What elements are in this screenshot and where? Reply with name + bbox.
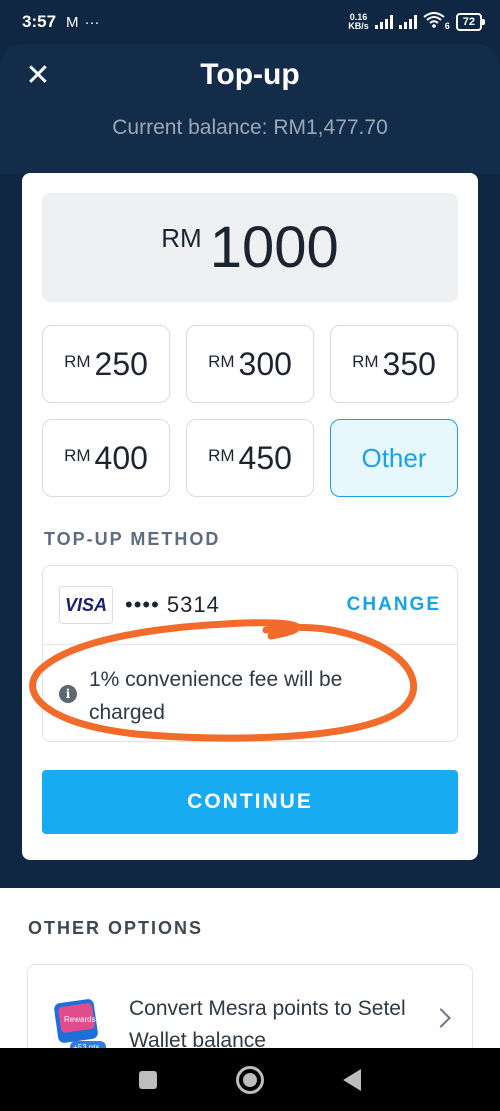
preset-currency: RM [208,352,235,371]
battery-icon: 72 [455,13,486,31]
amount-value: 1000 [209,215,339,280]
wifi-icon [423,12,445,32]
topup-method-box: VISA •••• 5314 CHANGE i 1% convenience f… [42,565,458,742]
preset-450-button[interactable]: RM 450 [186,419,314,497]
preset-value: 250 [94,345,148,382]
preset-value: 450 [238,439,292,476]
preset-currency: RM [64,352,91,371]
home-icon[interactable] [235,1065,264,1094]
amount-currency: RM [161,223,202,253]
header: ✕ Top-up Current balance: RM1,477.70 [0,44,500,174]
net-speed-unit: KB/s [348,21,369,31]
info-icon: i [59,685,77,703]
visa-icon: VISA [59,586,113,624]
page-title: Top-up [200,58,300,91]
topup-card: RM 1000 RM 250 RM 300 RM 350 RM 400 RM 4… [22,173,478,860]
status-right: 0.16 KB/s 6 72 [348,12,486,32]
recent-apps-icon[interactable] [139,1070,158,1089]
preset-currency: RM [64,446,91,465]
payment-card-row: VISA •••• 5314 CHANGE [43,566,457,645]
system-nav-bar [0,1048,500,1111]
preset-250-button[interactable]: RM 250 [42,325,170,403]
more-notifications-icon: ··· [84,13,100,31]
preset-value: 400 [94,439,148,476]
signal-icon-2 [398,15,417,29]
other-options-label: OTHER OPTIONS [28,918,204,938]
status-notification-icons: M ··· [66,14,100,31]
gmail-icon: M [66,13,79,31]
current-balance: Current balance: RM1,477.70 [112,116,388,139]
fee-notice: i 1% convenience fee will be charged [43,645,457,729]
preset-value: 350 [382,345,436,382]
rewards-icon-label: Rewards [64,1015,96,1024]
back-icon[interactable] [342,1068,361,1091]
card-number: •••• 5314 [125,592,220,617]
preset-400-button[interactable]: RM 400 [42,419,170,497]
signal-icon-1 [374,15,393,29]
other-amount-button[interactable]: Other [330,419,458,497]
preset-currency: RM [208,446,235,465]
change-method-button[interactable]: CHANGE [347,594,441,616]
wifi-badge: 6 [444,21,450,31]
continue-button[interactable]: CONTINUE [42,770,458,834]
amount-presets: RM 250 RM 300 RM 350 RM 400 RM 450 Other [42,325,458,497]
amount-display[interactable]: RM 1000 [42,193,458,302]
fee-text: 1% convenience fee will be charged [89,668,343,724]
preset-300-button[interactable]: RM 300 [186,325,314,403]
preset-value: 300 [238,345,292,382]
chevron-right-icon [431,1008,451,1028]
status-bar: 3:57 M ··· 0.16 KB/s 6 72 [0,0,500,44]
net-speed: 0.16 KB/s [348,13,369,31]
preset-350-button[interactable]: RM 350 [330,325,458,403]
other-options-section: OTHER OPTIONS Rewards +53 pts Convert Me… [0,888,500,1064]
rewards-icon: Rewards +53 pts [54,999,106,1053]
preset-currency: RM [352,352,379,371]
status-time: 3:57 [22,12,57,31]
topup-method-label: TOP-UP METHOD [44,529,221,549]
